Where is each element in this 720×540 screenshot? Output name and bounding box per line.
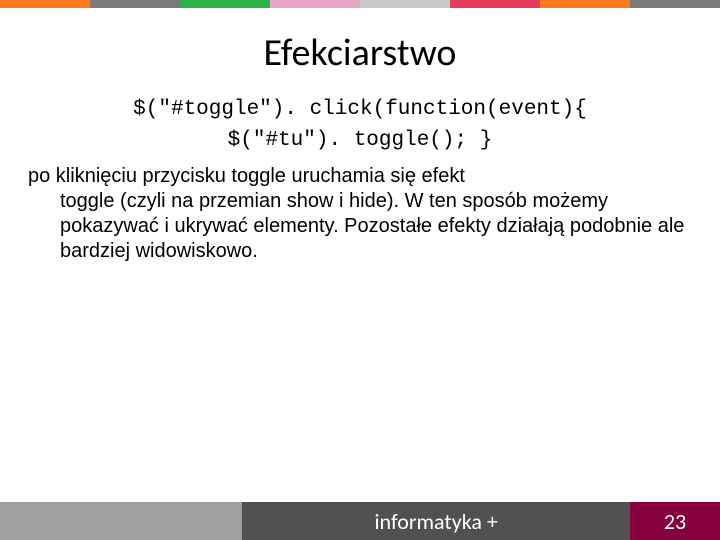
stripe-seg <box>180 0 270 8</box>
stripe-seg <box>360 0 450 8</box>
stripe-seg <box>90 0 180 8</box>
code-line-2: $("#tu"). toggle(); } <box>0 129 720 152</box>
slide: Efekciarstwo $("#toggle"). click(functio… <box>0 0 720 540</box>
page-title: Efekciarstwo <box>0 30 720 76</box>
body-paragraph: po kliknięciu przycisku toggle uruchamia… <box>0 156 720 264</box>
page-number: 23 <box>630 502 720 540</box>
top-stripe <box>0 0 720 8</box>
stripe-seg <box>450 0 540 8</box>
stripe-seg <box>630 0 720 8</box>
footer-left <box>0 502 242 540</box>
body-first-line: po kliknięciu przycisku toggle uruchamia… <box>28 165 465 187</box>
stripe-seg <box>270 0 360 8</box>
footer-brand: informatyka + <box>242 502 630 540</box>
footer: informatyka + 23 <box>0 502 720 540</box>
body-rest: toggle (czyli na przemian show i hide). … <box>28 189 692 264</box>
code-line-1: $("#toggle"). click(function(event){ <box>0 98 720 121</box>
stripe-seg <box>540 0 630 8</box>
stripe-seg <box>0 0 90 8</box>
